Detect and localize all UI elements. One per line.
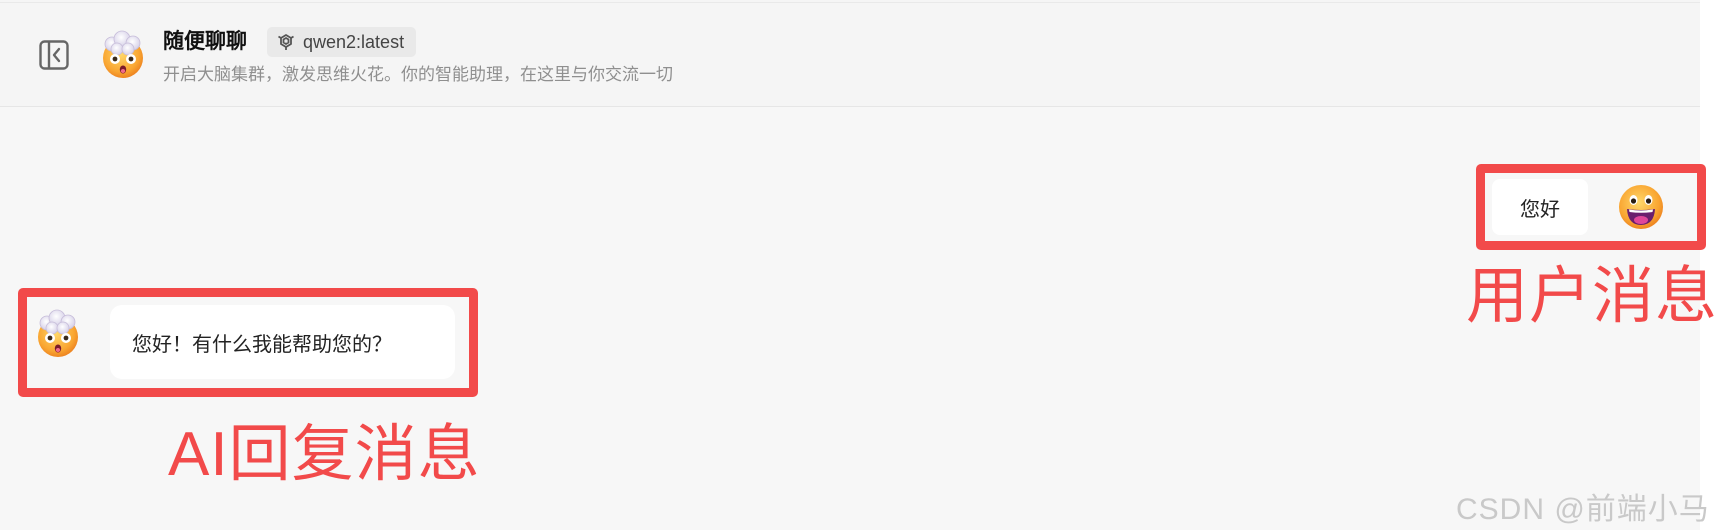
grinning-face-emoji-icon: [1619, 185, 1663, 229]
model-logo-icon: [278, 34, 294, 50]
exploding-head-emoji-icon: [38, 309, 78, 357]
model-tag-label: qwen2:latest: [303, 31, 405, 52]
watermark: CSDN @前端小马: [1456, 493, 1710, 526]
page-subtitle: 开启大脑集群，激发思维火花。你的智能助理，在这里与你交流一切: [163, 65, 673, 84]
user-message-annotation: 用户消息: [1466, 262, 1716, 331]
ai-message-bubble: 您好！有什么我能帮助您的？: [110, 305, 455, 379]
page-title: 随便聊聊: [163, 30, 247, 53]
exploding-head-emoji-icon: [103, 30, 143, 78]
top-divider: [0, 2, 1700, 3]
model-tag[interactable]: qwen2:latest: [267, 27, 417, 57]
chat-header: 随便聊聊 qwen2:latest 开启大脑集群，激发思维火花。你的智能助理，在…: [0, 0, 1700, 107]
user-message-bubble: 您好: [1492, 179, 1588, 235]
sidebar-collapse-icon[interactable]: [38, 39, 70, 71]
ai-message-annotation: AI回复消息: [168, 420, 481, 489]
